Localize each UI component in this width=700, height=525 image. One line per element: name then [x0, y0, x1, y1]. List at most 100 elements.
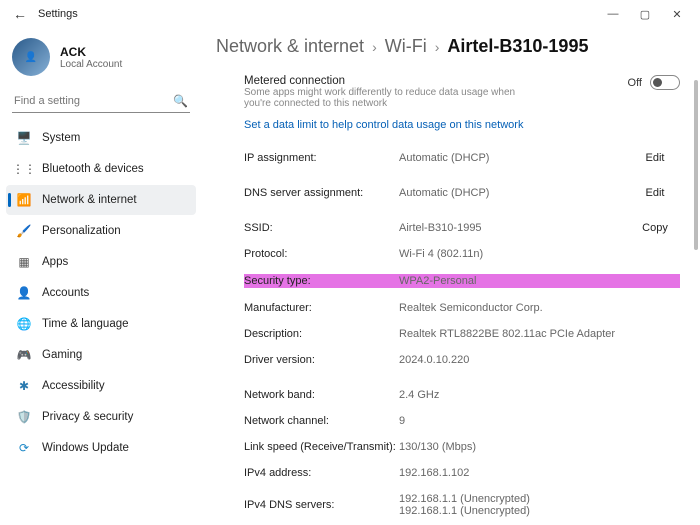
property-value: Automatic (DHCP): [399, 152, 630, 164]
user-card[interactable]: 👤 ACK Local Account: [6, 34, 196, 86]
window-controls: — ▢ ✕: [598, 4, 692, 24]
nav-label: Time & language: [42, 318, 129, 330]
property-key: IPv4 address:: [244, 467, 399, 479]
nav-item-personalization[interactable]: 🖌️ Personalization: [6, 216, 196, 246]
nav-icon: 🌐: [16, 316, 32, 332]
breadcrumb-network[interactable]: Network & internet: [216, 36, 364, 57]
property-value: Realtek Semiconductor Corp.: [399, 302, 680, 314]
metered-setting: Metered connection Some apps might work …: [244, 69, 680, 119]
nav-label: Network & internet: [42, 194, 137, 206]
property-value: 130/130 (Mbps): [399, 441, 680, 453]
property-value: 2.4 GHz: [399, 389, 680, 401]
nav-label: Gaming: [42, 349, 82, 361]
back-button[interactable]: ←: [8, 6, 32, 22]
nav-icon: ⟳: [16, 440, 32, 456]
property-key: Driver version:: [244, 354, 399, 366]
chevron-right-icon: ›: [372, 39, 377, 55]
nav-icon: 📶: [16, 192, 32, 208]
nav-icon: 🖌️: [16, 223, 32, 239]
nav-label: Personalization: [42, 225, 121, 237]
property-key: Security type:: [244, 274, 399, 288]
copy-button[interactable]: Copy: [630, 222, 680, 234]
scrollbar-thumb[interactable]: [694, 80, 698, 250]
property-row: Description:Realtek RTL8822BE 802.11ac P…: [244, 321, 680, 347]
property-row: Network channel:9: [244, 408, 680, 434]
nav-icon: ✱: [16, 378, 32, 394]
property-key: Network channel:: [244, 415, 399, 427]
edit-button[interactable]: Edit: [630, 187, 680, 199]
property-key: Network band:: [244, 389, 399, 401]
data-limit-link[interactable]: Set a data limit to help control data us…: [244, 119, 523, 131]
property-row: Link speed (Receive/Transmit):130/130 (M…: [244, 434, 680, 460]
search-input[interactable]: [12, 90, 190, 112]
nav-label: Accounts: [42, 287, 89, 299]
titlebar: ← Settings — ▢ ✕: [0, 0, 700, 28]
nav-icon: 🖥️: [16, 130, 32, 146]
edit-button[interactable]: Edit: [630, 152, 680, 164]
sidebar: 👤 ACK Local Account 🔍 🖥️ System ⋮⋮ Bluetoot…: [0, 28, 200, 525]
minimize-button[interactable]: —: [598, 4, 628, 24]
nav-label: Accessibility: [42, 380, 105, 392]
nav-item-accessibility[interactable]: ✱ Accessibility: [6, 371, 196, 401]
property-key: SSID:: [244, 222, 399, 234]
content: Network & internet › Wi-Fi › Airtel-B310…: [200, 28, 700, 525]
property-key: IPv4 DNS servers:: [244, 499, 399, 511]
nav-item-privacy-security[interactable]: 🛡️ Privacy & security: [6, 402, 196, 432]
user-type: Local Account: [60, 59, 122, 70]
nav-item-bluetooth-devices[interactable]: ⋮⋮ Bluetooth & devices: [6, 154, 196, 184]
nav-item-apps[interactable]: ▦ Apps: [6, 247, 196, 277]
nav-item-accounts[interactable]: 👤 Accounts: [6, 278, 196, 308]
metered-title: Metered connection: [244, 75, 628, 87]
breadcrumb-wifi[interactable]: Wi-Fi: [385, 36, 427, 57]
user-name: ACK: [60, 45, 122, 59]
property-row: IP assignment:Automatic (DHCP)Edit: [244, 145, 680, 180]
property-row: IPv4 DNS servers:192.168.1.1 (Unencrypte…: [244, 486, 680, 524]
metered-desc: Some apps might work differently to redu…: [244, 87, 544, 109]
property-value: Wi-Fi 4 (802.11n): [399, 248, 680, 260]
search-icon: 🔍: [173, 94, 188, 108]
property-key: Description:: [244, 328, 399, 340]
scrollbar[interactable]: [694, 80, 698, 519]
breadcrumb-current: Airtel-B310-1995: [447, 36, 588, 57]
search-box[interactable]: 🔍: [12, 90, 190, 113]
properties-list: IP assignment:Automatic (DHCP)EditDNS se…: [244, 145, 680, 525]
window-title: Settings: [38, 8, 78, 20]
avatar: 👤: [12, 38, 50, 76]
nav-item-time-language[interactable]: 🌐 Time & language: [6, 309, 196, 339]
property-value: Automatic (DHCP): [399, 187, 630, 199]
nav-label: Privacy & security: [42, 411, 133, 423]
property-key: Protocol:: [244, 248, 399, 260]
toggle-state-label: Off: [628, 77, 642, 89]
nav-icon: ⋮⋮: [16, 161, 32, 177]
property-row: Protocol:Wi-Fi 4 (802.11n): [244, 241, 680, 267]
property-value: 2024.0.10.220: [399, 354, 680, 366]
nav-label: Bluetooth & devices: [42, 163, 144, 175]
close-button[interactable]: ✕: [662, 4, 692, 24]
property-value: 192.168.1.1 (Unencrypted) 192.168.1.1 (U…: [399, 493, 680, 517]
nav-list: 🖥️ System ⋮⋮ Bluetooth & devices 📶 Network & …: [6, 123, 196, 463]
property-row: Security type:WPA2-Personal: [244, 267, 680, 295]
property-value: 9: [399, 415, 680, 427]
nav-icon: 🎮: [16, 347, 32, 363]
nav-icon: 🛡️: [16, 409, 32, 425]
metered-toggle[interactable]: [650, 75, 680, 90]
nav-icon: 👤: [16, 285, 32, 301]
property-key: DNS server assignment:: [244, 187, 399, 199]
property-row: Manufacturer:Realtek Semiconductor Corp.: [244, 295, 680, 321]
nav-icon: ▦: [16, 254, 32, 270]
nav-item-gaming[interactable]: 🎮 Gaming: [6, 340, 196, 370]
nav-item-system[interactable]: 🖥️ System: [6, 123, 196, 153]
nav-label: System: [42, 132, 80, 144]
property-row: Driver version:2024.0.10.220: [244, 347, 680, 382]
property-row: IPv4 address:192.168.1.102: [244, 460, 680, 486]
property-row: Network band:2.4 GHz: [244, 382, 680, 408]
nav-item-windows-update[interactable]: ⟳Windows Update: [6, 433, 196, 463]
maximize-button[interactable]: ▢: [630, 4, 660, 24]
breadcrumb: Network & internet › Wi-Fi › Airtel-B310…: [216, 36, 684, 57]
nav-item-network-internet[interactable]: 📶 Network & internet: [6, 185, 196, 215]
property-key: Manufacturer:: [244, 302, 399, 314]
property-key: IP assignment:: [244, 152, 399, 164]
chevron-right-icon: ›: [435, 39, 440, 55]
property-value: WPA2-Personal: [399, 274, 680, 288]
nav-label: Apps: [42, 256, 68, 268]
